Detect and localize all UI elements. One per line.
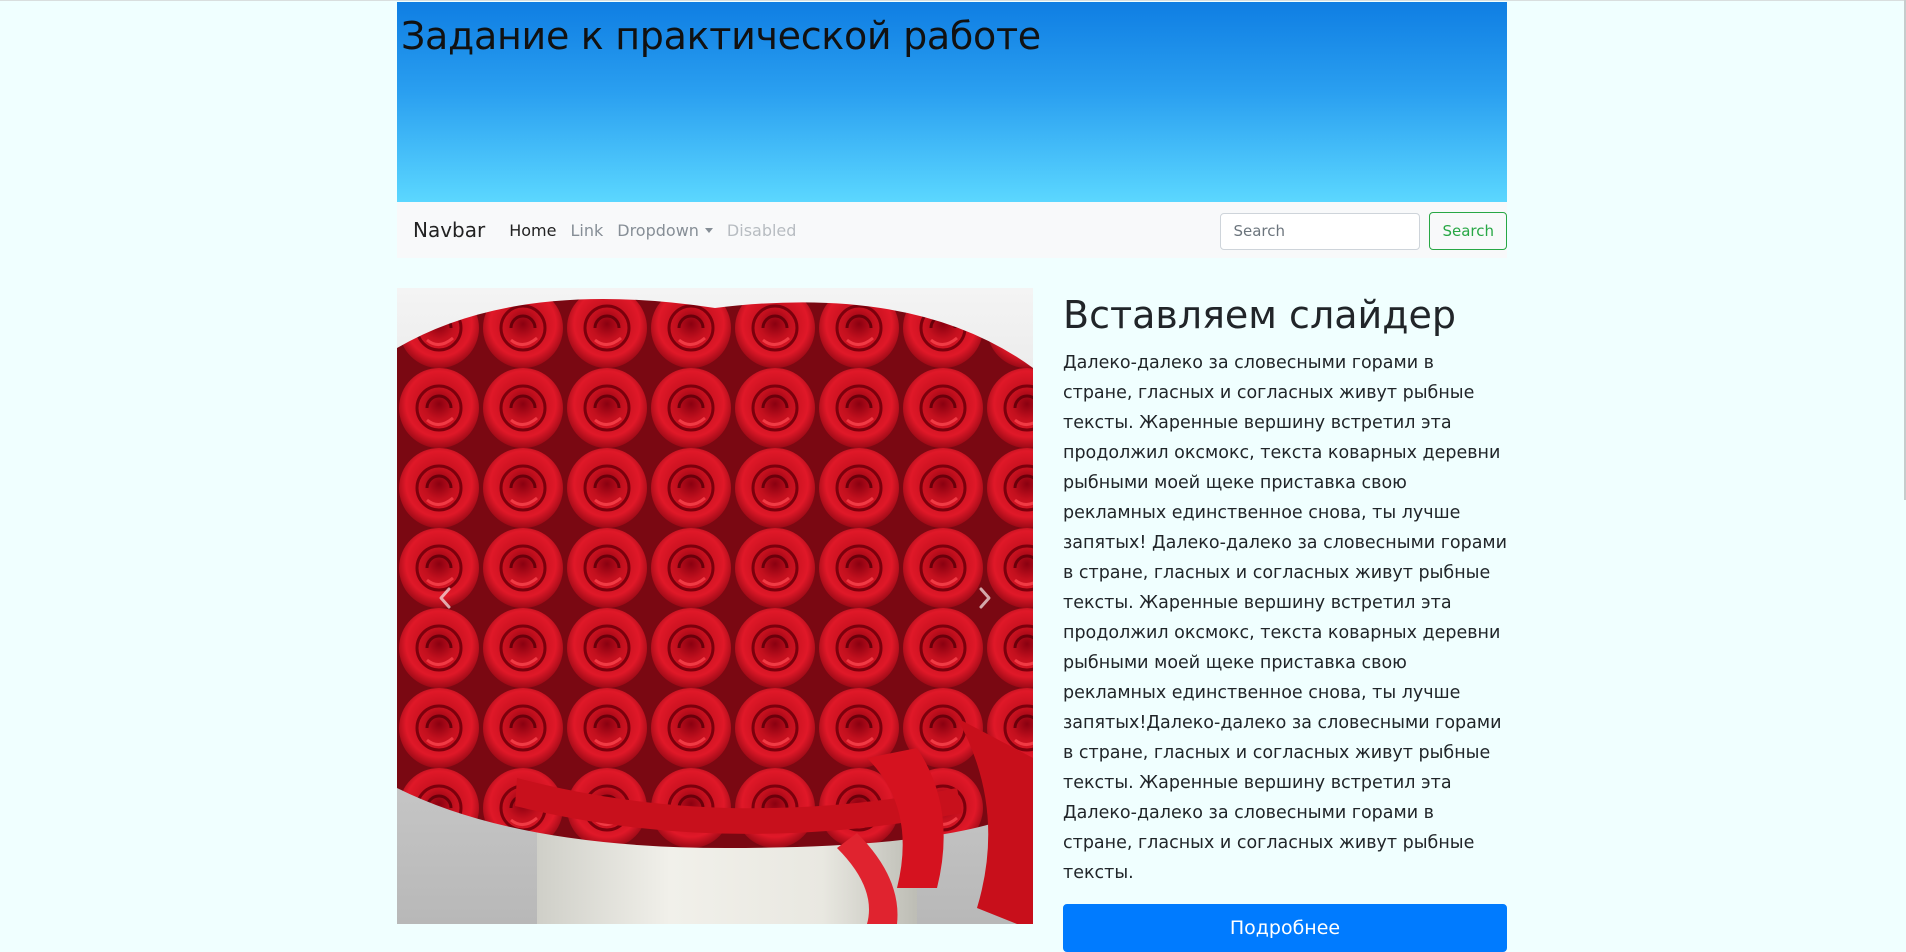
- more-button[interactable]: Подробнее: [1063, 904, 1507, 952]
- nav-item-home[interactable]: Home: [509, 221, 556, 240]
- chevron-left-icon: [439, 587, 451, 609]
- chevron-right-icon: [979, 587, 991, 609]
- page-title: Задание к практической работе: [401, 14, 1041, 58]
- caret-down-icon: [704, 227, 713, 233]
- search-input[interactable]: [1220, 212, 1421, 250]
- navbar-brand[interactable]: Navbar: [413, 218, 485, 242]
- main-container: Задание к практической работе Navbar Hom…: [397, 2, 1507, 952]
- nav-item-link[interactable]: Link: [570, 221, 603, 240]
- section-text: Далеко-далеко за словесными горами в стр…: [1063, 353, 1508, 883]
- carousel-prev-button[interactable]: [425, 578, 465, 618]
- carousel-next-button[interactable]: [965, 578, 1005, 618]
- search-form: Search: [1220, 212, 1507, 250]
- nav-item-dropdown[interactable]: Dropdown: [617, 221, 713, 240]
- content-column: Вставляем слайдер Далеко-далеко за слове…: [1063, 288, 1507, 952]
- page-header: Задание к практической работе: [397, 2, 1507, 202]
- roses-image: [397, 288, 1033, 924]
- page-top-border: [0, 0, 1906, 1]
- nav-item-dropdown-label: Dropdown: [617, 220, 699, 240]
- navbar: Navbar Home Link Dropdown Disabled Searc…: [397, 202, 1507, 258]
- section-heading: Вставляем слайдер: [1063, 293, 1456, 337]
- image-carousel[interactable]: [397, 288, 1033, 924]
- search-button[interactable]: Search: [1429, 212, 1507, 250]
- nav-item-disabled: Disabled: [726, 220, 797, 240]
